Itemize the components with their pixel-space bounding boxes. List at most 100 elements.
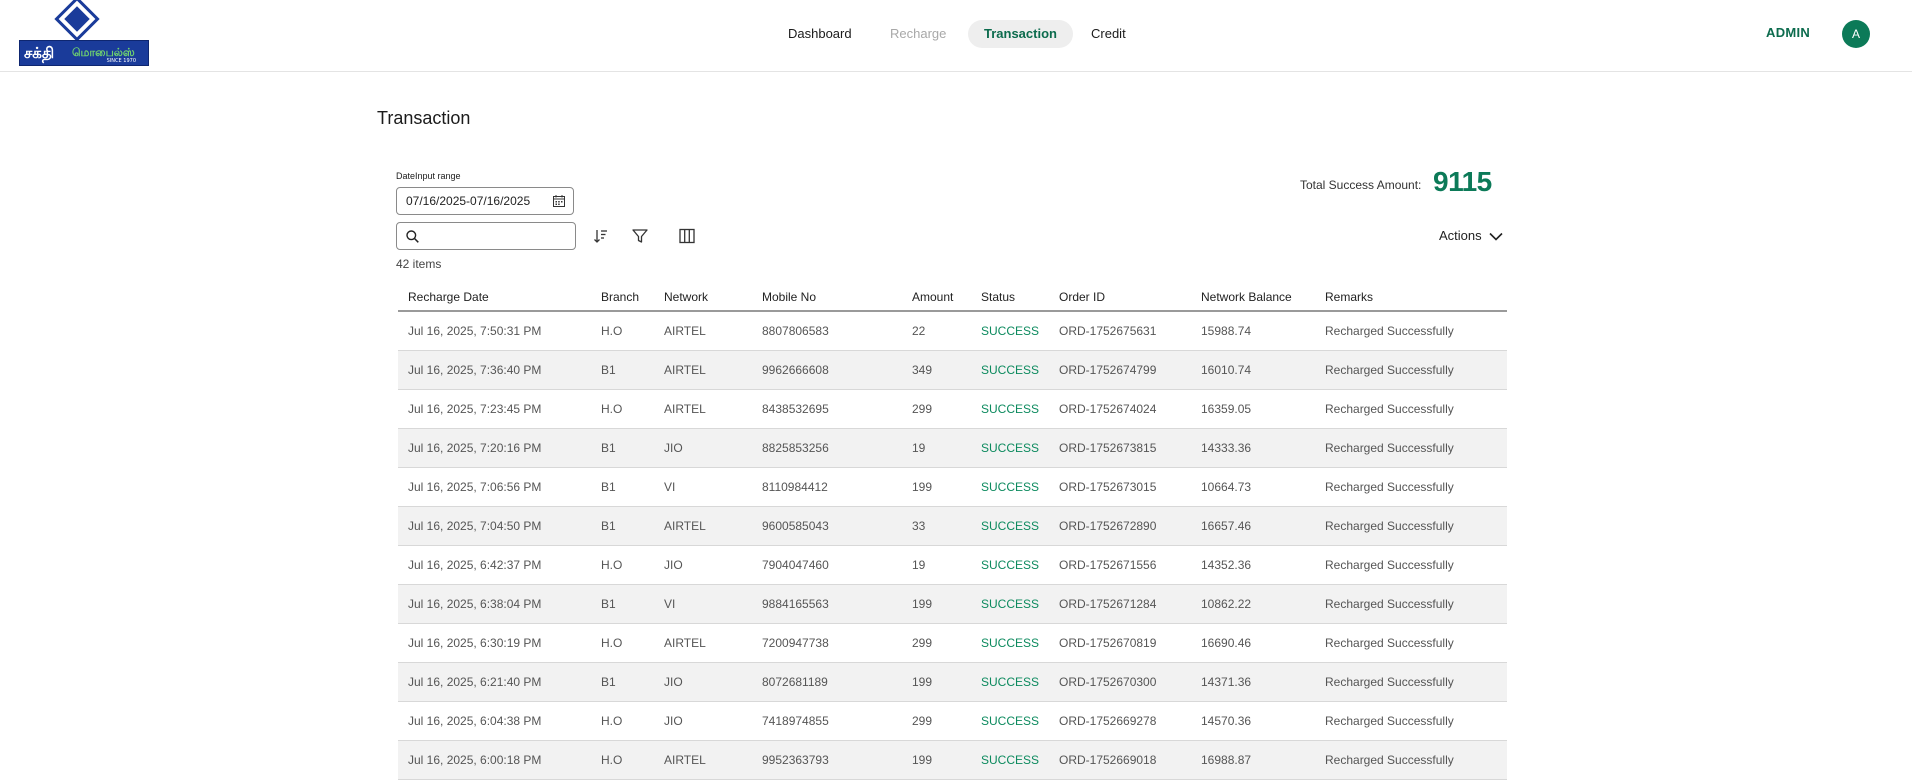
cell-amount: 299: [902, 701, 971, 741]
columns-icon[interactable]: [678, 227, 696, 245]
cell-branch: B1: [591, 350, 654, 390]
table-row[interactable]: Jul 16, 2025, 7:04:50 PM B1 AIRTEL 96005850…: [398, 506, 1507, 546]
logo-text: சக்தி: [24, 44, 55, 62]
calendar-icon[interactable]: [553, 195, 565, 207]
cell-branch: H.O: [591, 701, 654, 741]
cell-status: SUCCESS: [971, 701, 1049, 741]
cell-branch: H.O: [591, 545, 654, 585]
cell-recharge-date: Jul 16, 2025, 6:38:04 PM: [398, 584, 591, 624]
total-success-value: 9115: [1433, 166, 1492, 197]
table-row[interactable]: Jul 16, 2025, 6:21:40 PM B1 JIO 8072681189 1…: [398, 662, 1507, 702]
date-range-value: 07/16/2025-07/16/2025: [406, 194, 531, 208]
cell-order-id: ORD-1752674024: [1049, 389, 1191, 429]
cell-network: JIO: [654, 428, 752, 468]
date-range-input[interactable]: 07/16/2025-07/16/2025: [396, 187, 574, 215]
cell-remarks: Recharged Successfully: [1315, 467, 1507, 507]
column-header-network[interactable]: Network: [654, 284, 752, 312]
table-row[interactable]: Jul 16, 2025, 7:50:31 PM H.O AIRTEL 8807806…: [398, 311, 1507, 351]
column-header-recharge-date[interactable]: Recharge Date: [398, 284, 591, 312]
total-success-label: Total Success Amount:: [1300, 178, 1422, 192]
cell-order-id: ORD-1752670300: [1049, 662, 1191, 702]
cell-recharge-date: Jul 16, 2025, 7:06:56 PM: [398, 467, 591, 507]
nav-transaction[interactable]: Transaction: [968, 20, 1073, 48]
cell-remarks: Recharged Successfully: [1315, 662, 1507, 702]
cell-mobile-no: 9952363793: [752, 740, 902, 780]
cell-remarks: Recharged Successfully: [1315, 311, 1507, 351]
cell-order-id: ORD-1752673015: [1049, 467, 1191, 507]
table-row[interactable]: Jul 16, 2025, 7:20:16 PM B1 JIO 8825853256 1…: [398, 428, 1507, 468]
cell-network: JIO: [654, 701, 752, 741]
column-header-branch[interactable]: Branch: [591, 284, 654, 312]
cell-network-balance: 16988.87: [1191, 740, 1315, 780]
column-header-status[interactable]: Status: [971, 284, 1049, 312]
cell-amount: 22: [902, 311, 971, 351]
sort-icon[interactable]: [592, 227, 610, 245]
cell-network: VI: [654, 584, 752, 624]
cell-status: SUCCESS: [971, 506, 1049, 546]
cell-remarks: Recharged Successfully: [1315, 623, 1507, 663]
cell-recharge-date: Jul 16, 2025, 6:30:19 PM: [398, 623, 591, 663]
logo-band: சக்தி மொபைல்ஸ் SINCE 1970: [19, 40, 149, 66]
user-role-label[interactable]: ADMIN: [1766, 25, 1810, 40]
brand-logo[interactable]: சக்தி மொபைல்ஸ் SINCE 1970: [19, 0, 149, 66]
cell-amount: 199: [902, 584, 971, 624]
cell-order-id: ORD-1752670819: [1049, 623, 1191, 663]
cell-network-balance: 14570.36: [1191, 701, 1315, 741]
cell-status: SUCCESS: [971, 467, 1049, 507]
nav-credit[interactable]: Credit: [1075, 20, 1142, 48]
table-row[interactable]: Jul 16, 2025, 6:42:37 PM H.O JIO 7904047460…: [398, 545, 1507, 585]
cell-status: SUCCESS: [971, 662, 1049, 702]
cell-network-balance: 14333.36: [1191, 428, 1315, 468]
cell-branch: H.O: [591, 389, 654, 429]
cell-network-balance: 16657.46: [1191, 506, 1315, 546]
cell-recharge-date: Jul 16, 2025, 6:04:38 PM: [398, 701, 591, 741]
cell-order-id: ORD-1752671284: [1049, 584, 1191, 624]
table-row[interactable]: Jul 16, 2025, 7:06:56 PM B1 VI 8110984412 19…: [398, 467, 1507, 507]
cell-order-id: ORD-1752671556: [1049, 545, 1191, 585]
cell-amount: 299: [902, 623, 971, 663]
table-body: Jul 16, 2025, 7:50:31 PM H.O AIRTEL 8807806…: [398, 311, 1507, 780]
cell-order-id: ORD-1752669278: [1049, 701, 1191, 741]
cell-status: SUCCESS: [971, 350, 1049, 390]
search-icon: [406, 230, 419, 243]
cell-status: SUCCESS: [971, 545, 1049, 585]
cell-status: SUCCESS: [971, 311, 1049, 351]
filter-icon[interactable]: [631, 227, 649, 245]
cell-network: VI: [654, 467, 752, 507]
table-row[interactable]: Jul 16, 2025, 6:00:18 PM H.O AIRTEL 9952363…: [398, 740, 1507, 780]
date-range-label: DateInput range: [396, 171, 461, 181]
search-box[interactable]: [396, 222, 576, 250]
cell-branch: B1: [591, 662, 654, 702]
table-row[interactable]: Jul 16, 2025, 6:30:19 PM H.O AIRTEL 7200947…: [398, 623, 1507, 663]
column-header-network-balance[interactable]: Network Balance: [1191, 284, 1315, 312]
actions-menu-button[interactable]: Actions: [1439, 228, 1503, 243]
table-row[interactable]: Jul 16, 2025, 6:04:38 PM H.O JIO 7418974855…: [398, 701, 1507, 741]
search-input[interactable]: [423, 226, 572, 248]
nav-dashboard[interactable]: Dashboard: [772, 20, 868, 48]
top-navigation-bar: சக்தி மொபைல்ஸ் SINCE 1970 Dashboard Rech…: [0, 0, 1912, 72]
cell-network-balance: 16010.74: [1191, 350, 1315, 390]
cell-network-balance: 16359.05: [1191, 389, 1315, 429]
avatar[interactable]: A: [1842, 20, 1870, 48]
column-header-remarks[interactable]: Remarks: [1315, 284, 1507, 312]
cell-amount: 349: [902, 350, 971, 390]
cell-network-balance: 14371.36: [1191, 662, 1315, 702]
cell-amount: 199: [902, 662, 971, 702]
cell-branch: H.O: [591, 623, 654, 663]
cell-status: SUCCESS: [971, 428, 1049, 468]
cell-recharge-date: Jul 16, 2025, 6:21:40 PM: [398, 662, 591, 702]
page-title: Transaction: [377, 108, 471, 128]
cell-branch: B1: [591, 467, 654, 507]
table-row[interactable]: Jul 16, 2025, 7:23:45 PM H.O AIRTEL 8438532…: [398, 389, 1507, 429]
cell-status: SUCCESS: [971, 389, 1049, 429]
cell-mobile-no: 7200947738: [752, 623, 902, 663]
table-row[interactable]: Jul 16, 2025, 6:38:04 PM B1 VI 9884165563 19…: [398, 584, 1507, 624]
nav-recharge[interactable]: Recharge: [874, 20, 962, 48]
column-header-mobile-no[interactable]: Mobile No: [752, 284, 902, 312]
column-header-amount[interactable]: Amount: [902, 284, 971, 312]
cell-mobile-no: 8110984412: [752, 467, 902, 507]
table-row[interactable]: Jul 16, 2025, 7:36:40 PM B1 AIRTEL 99626666…: [398, 350, 1507, 390]
cell-remarks: Recharged Successfully: [1315, 701, 1507, 741]
cell-order-id: ORD-1752674799: [1049, 350, 1191, 390]
column-header-order-id[interactable]: Order ID: [1049, 284, 1191, 312]
